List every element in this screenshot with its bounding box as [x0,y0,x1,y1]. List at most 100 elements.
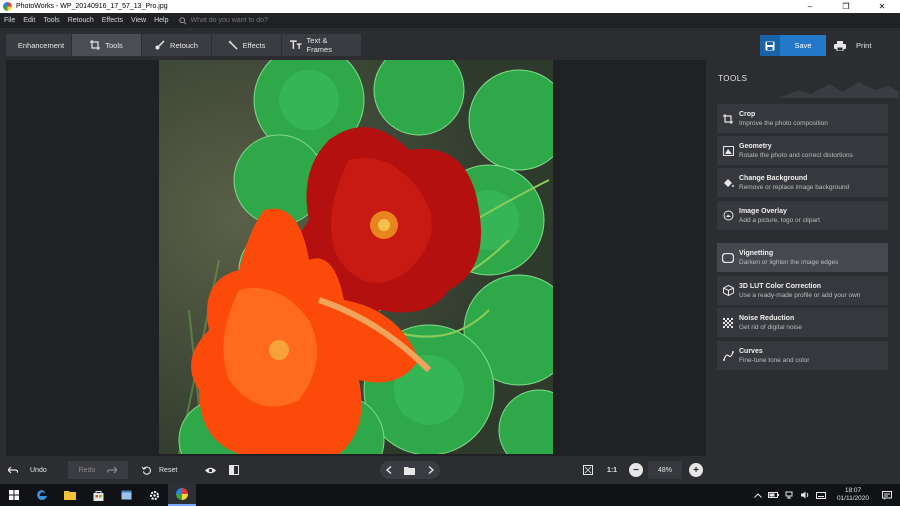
fit-to-screen-button[interactable] [580,461,596,479]
menu-edit[interactable]: Edit [19,17,39,24]
taskbar-app[interactable] [112,484,140,506]
tool-name: Image Overlay [739,207,787,215]
tool-desc: Use a ready-made profile or add your own [739,291,861,299]
app-logo-icon [3,2,12,11]
volume-icon[interactable] [800,491,810,499]
menu-view[interactable]: View [127,17,150,24]
taskbar-edge[interactable] [28,484,56,506]
nasturtium-photo [159,60,553,454]
minus-icon: − [633,464,639,476]
tool-desc: Add a picture, logo or clipart [739,216,820,224]
previous-image-icon[interactable] [386,466,392,474]
tab-enhancement[interactable]: Enhancement [6,34,72,56]
crop-icon [90,40,101,50]
panel-title: TOOLS [718,74,748,83]
tool-vignetting[interactable]: Vignetting Darken or lighten the image ed… [717,243,888,272]
tool-desc: Fine-tune tone and color [739,356,810,364]
system-tray: 18:07 01/11/2020 [751,484,900,506]
tab-effects[interactable]: Effects [212,34,282,56]
tab-label: Enhancement [17,40,65,50]
clock-time: 18:07 [844,487,862,494]
tool-noise-reduction[interactable]: Noise Reduction Get rid of digital noise [717,308,888,337]
tool-change-background[interactable]: Change Background Remove or replace image… [717,168,888,197]
network-icon[interactable] [785,491,795,499]
taskbar-photoworks[interactable] [168,484,196,506]
search-input[interactable] [190,17,311,24]
menu-bar: File Edit Tools Retouch Effects View Hel… [0,13,900,28]
maximize-button[interactable]: ❐ [828,0,864,13]
undo-button[interactable]: Undo [8,461,66,479]
tab-label: Retouch [170,40,198,50]
noise-icon [723,317,733,328]
zoom-level[interactable]: 48% [648,461,682,479]
compare-button[interactable] [226,461,242,479]
tab-retouch[interactable]: Retouch [142,34,212,56]
tool-name: Vignetting [739,249,774,257]
window-app-icon [121,490,131,500]
redo-icon [107,466,118,474]
tab-label: Effects [242,40,266,50]
keyboard-layout-icon[interactable] [815,491,826,499]
taskbar-settings[interactable] [140,484,168,506]
save-button[interactable]: Save [760,35,826,56]
print-button[interactable]: Print [828,35,888,56]
zoom-out-button[interactable]: − [629,463,643,477]
folder-icon[interactable] [404,466,416,475]
tool-geometry[interactable]: Geometry Rotate the photo and correct dis… [717,136,888,165]
clock[interactable]: 18:07 01/11/2020 [837,487,869,503]
taskbar-file-explorer[interactable] [56,484,84,506]
tool-desc: Get rid of digital noise [739,323,802,331]
redo-button[interactable]: Redo [68,461,128,479]
minimize-button[interactable]: – [792,0,828,13]
taskbar-store[interactable] [84,484,112,506]
menu-tools[interactable]: Tools [39,17,63,24]
store-bag-icon [93,490,103,501]
magic-wand-icon [227,40,238,50]
tab-tools[interactable]: Tools [72,34,142,56]
close-button[interactable]: ✕ [864,0,900,13]
mountains-decoration-icon [779,82,899,98]
text-icon [290,40,302,49]
battery-icon[interactable] [767,492,779,498]
vignette-icon [722,252,734,263]
reset-label: Reset [159,466,178,474]
menu-retouch[interactable]: Retouch [64,17,98,24]
next-image-icon[interactable] [428,466,434,474]
windows-taskbar: 18:07 01/11/2020 [0,484,900,506]
bottom-bar: Undo Redo Reset 1:1 − 48% + [0,456,709,484]
folder-icon [64,491,76,500]
tools-panel: TOOLS Crop Improve the photo composition … [709,60,900,484]
tool-crop[interactable]: Crop Improve the photo composition [717,104,888,133]
start-button[interactable] [0,484,28,506]
clock-date: 01/11/2020 [836,495,869,502]
image-canvas[interactable] [6,60,706,456]
menu-effects[interactable]: Effects [98,17,127,24]
tool-desc: Remove or replace image background [739,183,850,191]
title-bar: PhotoWorks - WP_20140916_17_57_13_Pro.jp… [0,0,900,13]
tool-3d-lut[interactable]: 3D LUT Color Correction Use a ready-made … [717,276,888,305]
plus-icon: + [693,464,699,476]
tool-name: Geometry [739,142,772,150]
tab-label: Text & Frames [306,36,332,54]
printer-icon [834,40,846,51]
tool-curves[interactable]: Curves Fine-tune tone and color [717,341,888,370]
cube-icon [722,285,734,296]
photo-preview[interactable] [159,60,553,454]
preview-toggle-button[interactable] [202,461,218,479]
tab-text-frames[interactable]: Text & Frames [282,34,362,56]
zoom-in-button[interactable]: + [689,463,703,477]
menu-file[interactable]: File [0,17,19,24]
reset-button[interactable]: Reset [142,461,192,479]
app-logo-icon [176,488,188,500]
menu-help[interactable]: Help [150,17,172,24]
reset-icon [142,466,151,475]
chevron-up-icon[interactable] [754,492,762,498]
curves-icon [722,350,734,361]
tool-name: Curves [739,347,763,355]
notifications-icon[interactable] [882,490,892,500]
tool-name: 3D LUT Color Correction [739,282,822,290]
edge-browser-icon [37,490,47,500]
overlay-icon [723,210,733,221]
actual-size-button[interactable]: 1:1 [604,461,620,479]
tool-image-overlay[interactable]: Image Overlay Add a picture, logo or clip… [717,201,888,230]
